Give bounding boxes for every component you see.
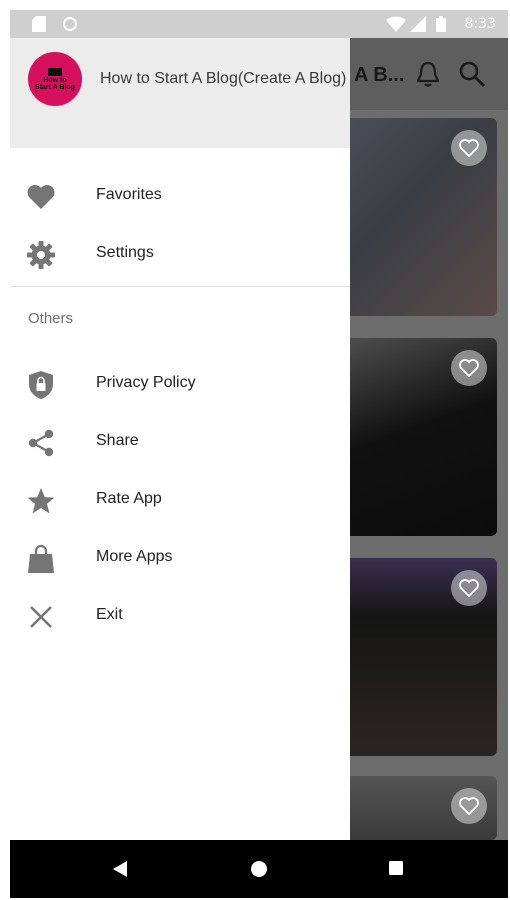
recents-icon[interactable] xyxy=(388,860,404,881)
logo-text: How to Start A Blog xyxy=(35,76,75,91)
sync-icon xyxy=(62,16,78,37)
favorite-heart-icon[interactable] xyxy=(451,570,487,606)
menu-item-label: Rate App xyxy=(96,490,162,507)
blog-card[interactable] xyxy=(350,776,497,840)
notification-bell-icon[interactable] xyxy=(415,60,441,93)
heart-icon xyxy=(26,182,56,212)
favorite-heart-icon[interactable] xyxy=(451,130,487,166)
favorite-heart-icon[interactable] xyxy=(451,350,487,386)
status-bar: 8:33 xyxy=(10,10,508,38)
drawer-header-title: How to Start A Blog(Create A Blog) xyxy=(100,70,347,87)
blog-card[interactable] xyxy=(350,118,497,316)
battery-icon xyxy=(436,16,446,37)
app-logo: How to Start A Blog xyxy=(28,52,82,106)
menu-item-label: Privacy Policy xyxy=(96,374,196,391)
blog-card[interactable] xyxy=(350,338,497,536)
menu-item-share[interactable]: Share xyxy=(10,414,350,470)
blog-card[interactable] xyxy=(350,558,497,756)
app-toolbar: A B... xyxy=(350,38,508,110)
menu-item-exit[interactable]: Exit xyxy=(10,588,350,644)
favorite-heart-icon[interactable] xyxy=(451,788,487,824)
drawer-header: How to Start A Blog How to Start A Blog(… xyxy=(10,38,350,148)
phone-screen: 8:33 A B... How to Start A Blog How to S… xyxy=(10,10,508,898)
close-icon xyxy=(26,602,56,632)
back-icon[interactable] xyxy=(112,860,128,883)
gear-icon xyxy=(26,240,56,270)
menu-divider xyxy=(10,286,350,287)
shield-lock-icon xyxy=(26,370,56,400)
search-icon[interactable] xyxy=(458,60,486,93)
menu-item-label: Share xyxy=(96,432,139,449)
menu-item-privacy-policy[interactable]: Privacy Policy xyxy=(10,356,350,412)
section-label-others: Others xyxy=(28,310,74,327)
toolbar-title: A B... xyxy=(354,64,405,86)
sd-card-icon xyxy=(32,16,46,37)
menu-item-label: Favorites xyxy=(96,186,162,203)
navigation-drawer: How to Start A Blog How to Start A Blog(… xyxy=(10,38,350,840)
menu-item-more-apps[interactable]: More Apps xyxy=(10,530,350,586)
wifi-icon xyxy=(386,16,406,37)
star-icon xyxy=(26,486,56,516)
status-time: 8:33 xyxy=(464,16,496,32)
menu-item-label: Exit xyxy=(96,606,123,623)
shopping-bag-icon xyxy=(26,544,56,574)
share-icon xyxy=(26,428,56,458)
menu-item-label: Settings xyxy=(96,244,154,261)
menu-item-rate-app[interactable]: Rate App xyxy=(10,472,350,528)
menu-item-label: More Apps xyxy=(96,548,173,565)
menu-item-favorites[interactable]: Favorites xyxy=(10,168,350,224)
signal-icon xyxy=(410,16,426,37)
home-icon[interactable] xyxy=(250,860,268,883)
system-navigation-bar xyxy=(10,840,508,898)
book-icon xyxy=(48,67,62,76)
menu-item-settings[interactable]: Settings xyxy=(10,226,350,282)
